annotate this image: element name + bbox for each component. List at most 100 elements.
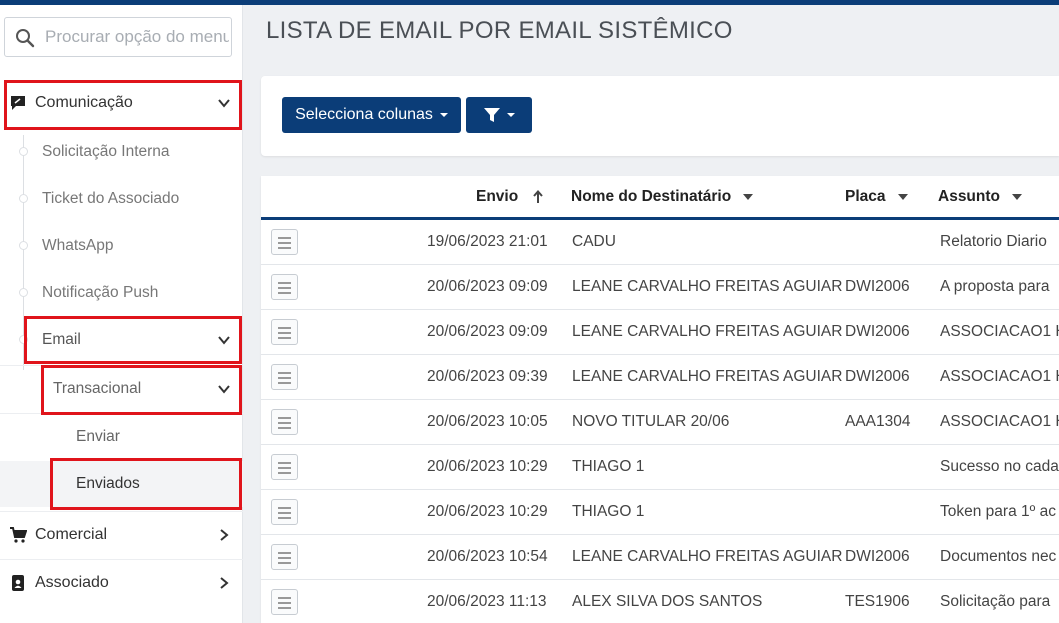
cell-nome: LEANE CARVALHO FREITAS AGUIAR bbox=[572, 323, 843, 340]
sort-ascending-icon bbox=[533, 190, 543, 203]
cell-placa: DWI2006 bbox=[845, 368, 910, 385]
chevron-down-icon bbox=[218, 385, 230, 394]
menu-icon-bar bbox=[278, 382, 291, 384]
column-header-assunto[interactable]: Assunto bbox=[938, 188, 1022, 206]
chevron-right-icon bbox=[220, 529, 229, 541]
sidebar-item-solicitacao-interna[interactable]: Solicitação Interna bbox=[0, 129, 243, 175]
chat-bubble-icon bbox=[11, 96, 25, 110]
row-menu-button[interactable] bbox=[271, 454, 298, 480]
table-row[interactable]: 20/06/2023 11:13 ALEX SILVA DOS SANTOS TES… bbox=[261, 580, 1059, 623]
row-menu-button[interactable] bbox=[271, 409, 298, 435]
cell-placa: TES1906 bbox=[845, 593, 910, 610]
tree-dot bbox=[19, 147, 28, 156]
email-table: Envio Nome do Destinatário Placa Assunto… bbox=[261, 176, 1059, 623]
cell-envio: 20/06/2023 10:54 bbox=[427, 548, 548, 565]
menu-icon-bar bbox=[278, 292, 291, 294]
cell-nome: ALEX SILVA DOS SANTOS bbox=[572, 593, 763, 610]
tree-dot bbox=[19, 241, 28, 250]
row-menu-button[interactable] bbox=[271, 499, 298, 525]
sidebar-item-label: WhatsApp bbox=[42, 237, 114, 254]
row-menu-button[interactable] bbox=[271, 274, 298, 300]
menu-icon-bar bbox=[278, 467, 291, 469]
caret-down-icon bbox=[506, 113, 515, 117]
sidebar-item-associado[interactable]: Associado bbox=[0, 559, 243, 605]
row-menu-button[interactable] bbox=[271, 544, 298, 570]
sidebar-item-whatsapp[interactable]: WhatsApp bbox=[0, 223, 243, 269]
table-row[interactable]: 20/06/2023 10:05 NOVO TITULAR 20/06 AAA130… bbox=[261, 400, 1059, 445]
search-icon bbox=[16, 29, 35, 48]
cell-nome: LEANE CARVALHO FREITAS AGUIAR bbox=[572, 548, 843, 565]
cell-assunto: ASSOCIACAO1 HC bbox=[940, 368, 1059, 385]
cell-envio: 20/06/2023 10:29 bbox=[427, 503, 548, 520]
sidebar-item-label: Transacional bbox=[53, 379, 142, 397]
menu-icon-bar bbox=[278, 427, 291, 429]
table-row[interactable]: 20/06/2023 10:54 LEANE CARVALHO FREITAS A… bbox=[261, 535, 1059, 580]
table-row[interactable]: 20/06/2023 09:09 LEANE CARVALHO FREITAS A… bbox=[261, 310, 1059, 355]
table-row[interactable]: 20/06/2023 10:29 THIAGO 1 Sucesso no cada bbox=[261, 445, 1059, 490]
column-header-envio[interactable]: Envio bbox=[476, 188, 544, 206]
column-header-placa[interactable]: Placa bbox=[845, 188, 908, 206]
table-row[interactable]: 20/06/2023 09:39 LEANE CARVALHO FREITAS A… bbox=[261, 355, 1059, 400]
cell-assunto: Token para 1º ac bbox=[940, 503, 1056, 520]
row-menu-button[interactable] bbox=[271, 589, 298, 615]
search-input[interactable] bbox=[45, 24, 229, 50]
menu-icon-bar bbox=[278, 597, 291, 599]
tree-dot bbox=[19, 335, 28, 344]
filter-button[interactable] bbox=[466, 97, 532, 133]
cell-assunto: ASSOCIACAO1 HC bbox=[940, 413, 1059, 430]
menu-icon-bar bbox=[278, 512, 291, 514]
sidebar-item-email[interactable]: Email bbox=[0, 317, 243, 363]
sort-caret-icon bbox=[1012, 194, 1022, 200]
menu-icon-bar bbox=[278, 462, 291, 464]
sort-caret-icon bbox=[743, 194, 754, 200]
select-columns-button[interactable]: Selecciona colunas bbox=[282, 97, 461, 133]
cell-envio: 20/06/2023 10:05 bbox=[427, 413, 548, 430]
chevron-down-icon bbox=[218, 99, 230, 108]
cell-envio: 20/06/2023 11:13 bbox=[427, 593, 547, 610]
menu-search[interactable] bbox=[4, 17, 232, 57]
menu-icon-bar bbox=[278, 287, 291, 289]
menu-icon-bar bbox=[278, 557, 291, 559]
sidebar-item-enviados[interactable]: Enviados bbox=[0, 461, 243, 507]
menu-icon-bar bbox=[278, 422, 291, 424]
sidebar-item-comunicacao[interactable]: Comunicação bbox=[0, 80, 243, 126]
row-menu-button[interactable] bbox=[271, 364, 298, 390]
tree-dot bbox=[19, 194, 28, 203]
chevron-right-icon bbox=[220, 577, 229, 589]
sidebar-item-enviar[interactable]: Enviar bbox=[0, 413, 243, 459]
table-row[interactable]: 19/06/2023 21:01 CADU Relatorio Diario bbox=[261, 220, 1059, 265]
sidebar: Comunicação Solicitação Interna Ticket d… bbox=[0, 5, 243, 623]
page-title: LISTA DE EMAIL POR EMAIL SISTÊMICO bbox=[266, 17, 733, 44]
cell-assunto: Relatorio Diario bbox=[940, 233, 1047, 250]
menu-icon-bar bbox=[278, 472, 291, 474]
menu-icon-bar bbox=[278, 237, 291, 239]
row-menu-button[interactable] bbox=[271, 229, 298, 255]
cell-nome: THIAGO 1 bbox=[572, 503, 645, 520]
menu-icon-bar bbox=[278, 602, 291, 604]
cell-placa: AAA1304 bbox=[845, 413, 911, 430]
sidebar-item-notificacao-push[interactable]: Notificação Push bbox=[0, 270, 243, 316]
cell-assunto: ASSOCIACAO1 HC bbox=[940, 323, 1059, 340]
cell-envio: 20/06/2023 09:09 bbox=[427, 323, 548, 340]
sidebar-item-label: Enviar bbox=[76, 427, 120, 445]
table-row[interactable]: 20/06/2023 10:29 THIAGO 1 Token para 1º ac bbox=[261, 490, 1059, 535]
menu-icon-bar bbox=[278, 507, 291, 509]
table-row[interactable]: 20/06/2023 09:09 LEANE CARVALHO FREITAS A… bbox=[261, 265, 1059, 310]
sidebar-item-transacional[interactable]: Transacional bbox=[0, 365, 243, 411]
column-header-nome-destinatario[interactable]: Nome do Destinatário bbox=[571, 188, 754, 206]
menu-icon-bar bbox=[278, 552, 291, 554]
row-menu-button[interactable] bbox=[271, 319, 298, 345]
menu-icon-bar bbox=[278, 562, 291, 564]
sidebar-item-ticket-associado[interactable]: Ticket do Associado bbox=[0, 176, 243, 222]
sort-caret-icon bbox=[897, 194, 908, 200]
menu-icon-bar bbox=[278, 377, 291, 379]
sidebar-item-label: Comercial bbox=[35, 525, 108, 543]
menu-icon-bar bbox=[278, 332, 291, 334]
cell-nome: THIAGO 1 bbox=[572, 458, 645, 475]
sidebar-item-comercial[interactable]: Comercial bbox=[0, 511, 243, 557]
chevron-down-icon bbox=[218, 336, 230, 345]
menu-icon-bar bbox=[278, 327, 291, 329]
cell-placa: DWI2006 bbox=[845, 548, 910, 565]
cell-assunto: Documentos nec bbox=[940, 548, 1057, 565]
table-header: Envio Nome do Destinatário Placa Assunto bbox=[261, 176, 1059, 220]
